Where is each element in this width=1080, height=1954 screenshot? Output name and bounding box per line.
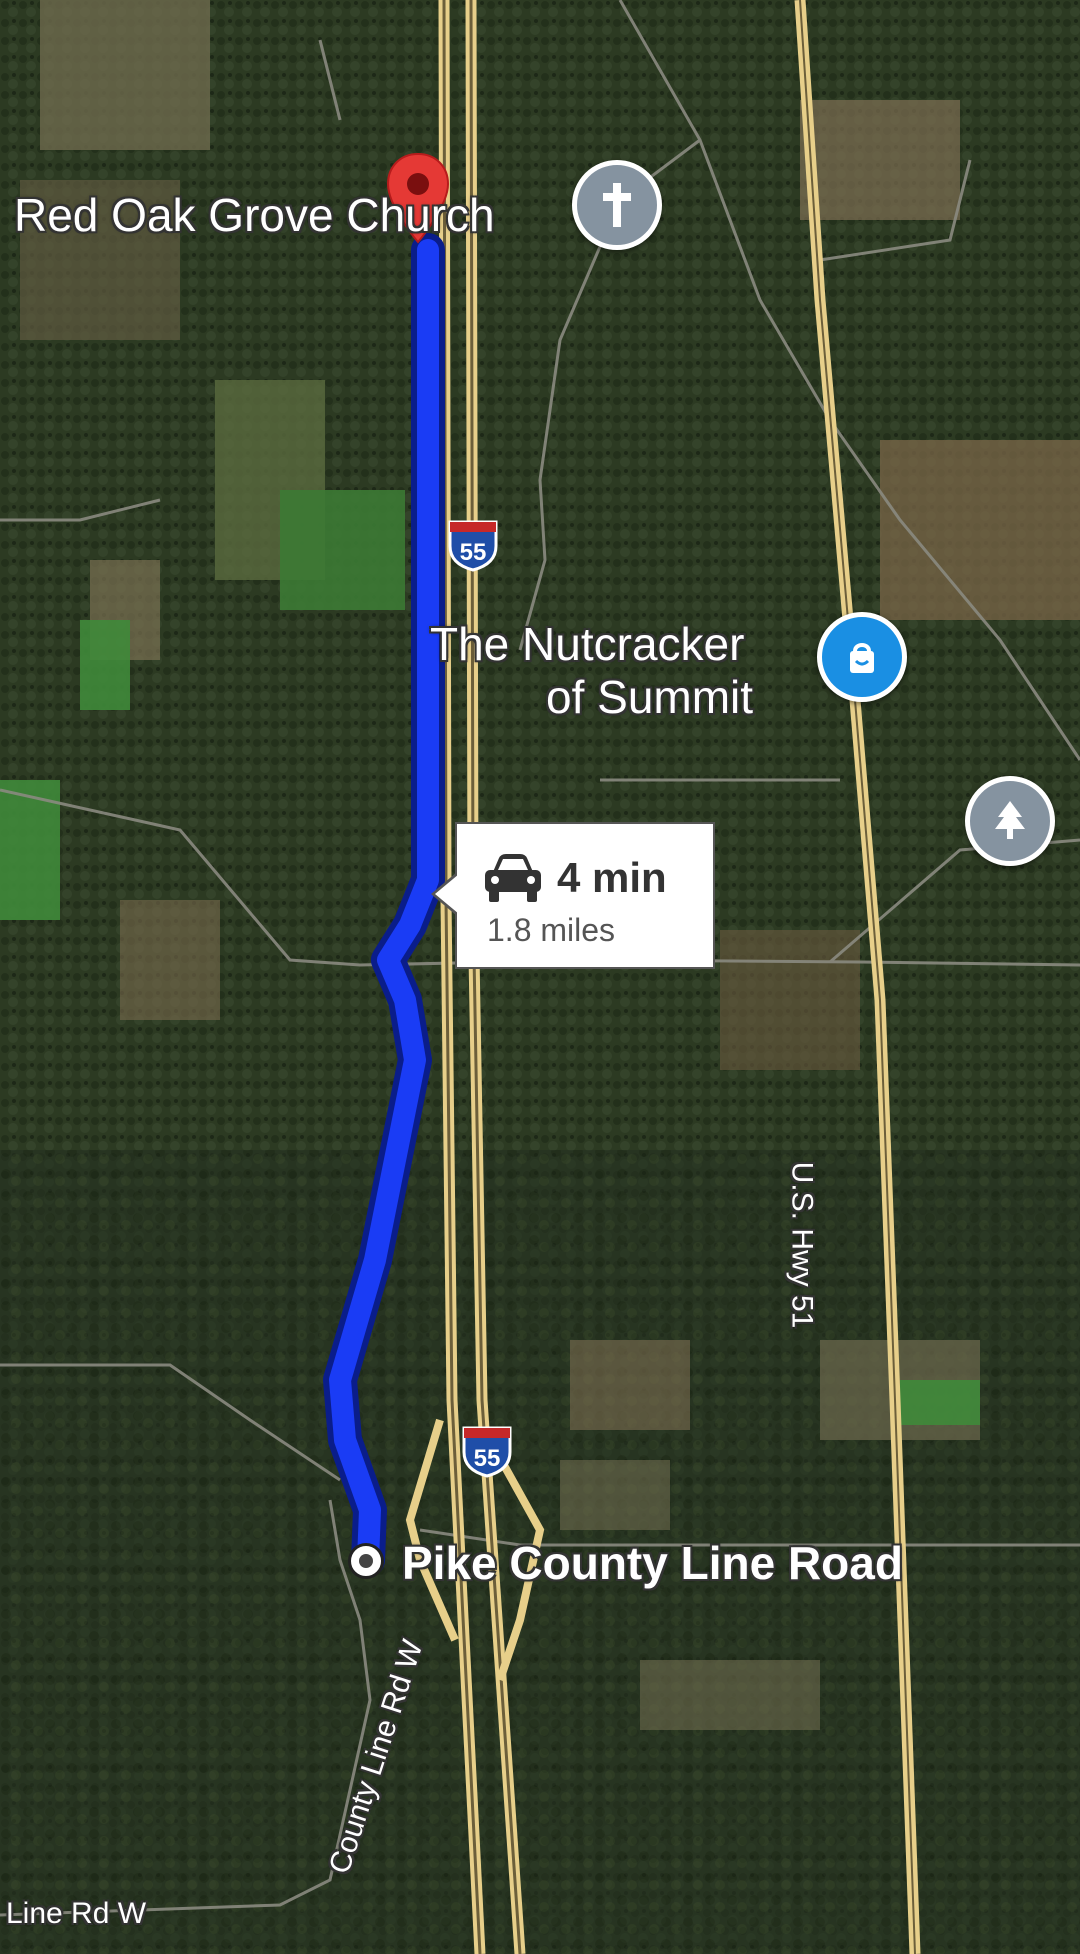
church-pin[interactable] bbox=[572, 160, 662, 250]
nutcracker-label-line1[interactable]: The Nutcracker bbox=[430, 617, 744, 671]
interstate-number: 55 bbox=[474, 1445, 501, 1472]
interstate-55-shield-upper: 55 bbox=[446, 520, 500, 572]
park-pin[interactable] bbox=[965, 776, 1055, 866]
church-label[interactable]: Red Oak Grove Church bbox=[14, 188, 495, 242]
interstate-number: 55 bbox=[460, 539, 487, 566]
shopping-bag-icon bbox=[850, 643, 874, 673]
satellite-map[interactable] bbox=[0, 0, 1080, 1954]
route-info-callout[interactable]: 4 min 1.8 miles bbox=[431, 822, 715, 969]
shopping-pin[interactable] bbox=[817, 612, 907, 702]
origin-label[interactable]: Pike County Line Road bbox=[402, 1536, 903, 1590]
origin-dot-icon[interactable] bbox=[348, 1543, 384, 1579]
line-rd-w-label: Line Rd W bbox=[6, 1897, 147, 1930]
us-hwy-51-label: U.S. Hwy 51 bbox=[785, 1161, 819, 1329]
route-distance: 1.8 miles bbox=[487, 912, 616, 948]
tree-icon bbox=[995, 801, 1025, 839]
route-duration: 4 min bbox=[557, 854, 667, 901]
interstate-55-shield-lower: 55 bbox=[460, 1426, 514, 1478]
car-icon bbox=[485, 854, 541, 902]
cross-icon bbox=[603, 183, 631, 227]
nutcracker-label-line2[interactable]: of Summit bbox=[546, 670, 753, 724]
